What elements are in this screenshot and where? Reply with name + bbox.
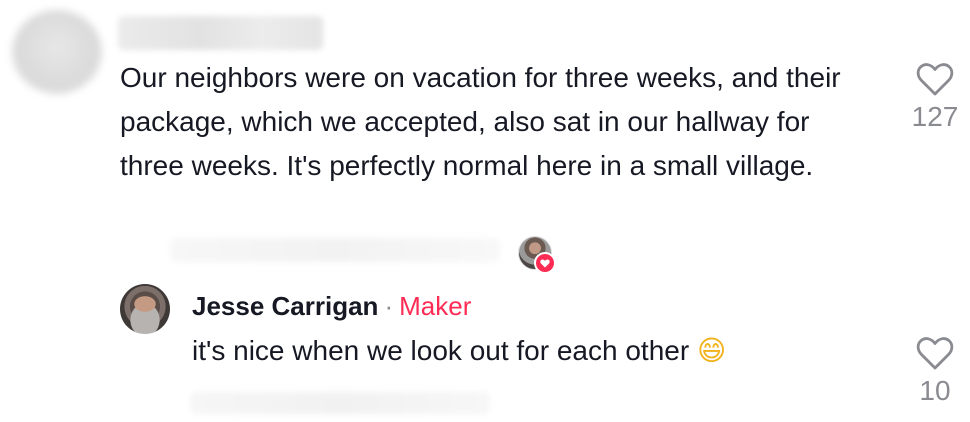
comment-text: Our neighbors were on vacation for three…: [120, 62, 841, 181]
heart-outline-icon[interactable]: [915, 60, 955, 98]
heart-badge-icon: [534, 252, 556, 274]
comment-thread: Our neighbors were on vacation for three…: [0, 0, 970, 422]
view-replies-redacted: [170, 238, 500, 262]
reply-text: it's nice when we look out for each othe…: [192, 335, 690, 366]
reply-text-row: it's nice when we look out for each othe…: [192, 331, 726, 371]
reply-meta-redacted: [190, 392, 490, 414]
creator-liked-indicator: [518, 236, 556, 274]
heart-outline-icon[interactable]: [915, 334, 955, 372]
username-redacted: [118, 16, 323, 50]
reply-avatar[interactable]: [120, 284, 170, 334]
reply-like-button[interactable]: 10: [905, 334, 965, 408]
avatar[interactable]: [12, 10, 102, 94]
like-count: 10: [919, 375, 951, 406]
reply-header: Jesse Carrigan · Maker: [192, 289, 471, 323]
grinning-emoji: 😄: [696, 334, 727, 367]
reply-author[interactable]: Jesse Carrigan: [192, 291, 378, 321]
separator: ·: [384, 291, 394, 321]
comment-like-button[interactable]: 127: [905, 60, 965, 134]
like-count: 127: [911, 101, 959, 132]
creator-badge: Maker: [399, 291, 472, 321]
